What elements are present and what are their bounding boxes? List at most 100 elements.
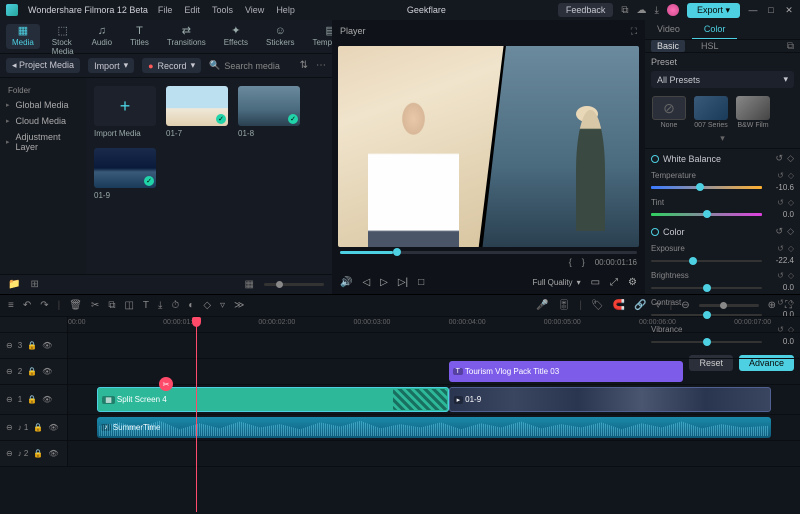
tab-titles[interactable]: TTitles <box>124 24 155 49</box>
grid-view-icon[interactable]: ▦ <box>245 279 254 290</box>
tl-crop-icon[interactable]: ◫ <box>124 300 133 311</box>
tl-color-icon[interactable]: ◐ <box>188 300 194 311</box>
track-visibility-icon[interactable]: 👁 <box>42 341 52 350</box>
tab-audio[interactable]: ♫Audio <box>86 24 118 49</box>
track-collapse-icon[interactable]: ⊖ <box>6 449 13 458</box>
tl-cut-icon[interactable]: ✂ <box>91 300 99 311</box>
menu-edit[interactable]: Edit <box>184 5 200 15</box>
tl-undo-icon[interactable]: ↶ <box>23 300 31 311</box>
next-frame-icon[interactable]: ▷| <box>398 277 408 288</box>
tl-keyframe-icon[interactable]: ◇ <box>203 300 211 311</box>
track-collapse-icon[interactable]: ⊖ <box>6 423 13 432</box>
mark-out-icon[interactable]: } <box>582 257 585 267</box>
track-lock-icon[interactable]: 🔒 <box>33 423 43 432</box>
volume-icon[interactable]: 🔊 <box>340 277 352 288</box>
maximize-button[interactable]: □ <box>766 5 776 15</box>
settings-icon[interactable]: ⚙ <box>628 277 637 288</box>
compare-icon[interactable]: ⧉ <box>787 41 794 52</box>
section-toggle-icon[interactable] <box>651 228 659 236</box>
record-dropdown[interactable]: ● Record ▾ <box>142 58 201 73</box>
tl-speed-icon[interactable]: ⏱ <box>171 300 179 311</box>
track-lock-icon[interactable]: 🔒 <box>27 367 37 376</box>
playhead[interactable] <box>196 317 197 512</box>
track-visibility-icon[interactable]: 👁 <box>48 423 58 432</box>
tl-mic-icon[interactable]: 🎤 <box>536 300 548 311</box>
tl-zoomout-icon[interactable]: ⊖ <box>681 300 689 311</box>
media-thumb[interactable]: ✓01-9 <box>94 148 156 200</box>
reset-param-icon[interactable]: ↺ <box>777 271 784 280</box>
tl-download-icon[interactable]: ⤓ <box>158 300 162 311</box>
expand-icon[interactable]: ⤢ <box>610 277 618 288</box>
param-slider[interactable] <box>651 287 762 289</box>
clip-title[interactable]: TTourism Vlog Pack Title 03 <box>449 361 683 382</box>
keyframe-param-icon[interactable]: ◇ <box>788 244 794 253</box>
proptab-video[interactable]: Video <box>645 20 692 39</box>
preset-item[interactable]: None <box>651 96 687 129</box>
keyframe-param-icon[interactable]: ◇ <box>788 171 794 180</box>
track-visibility-icon[interactable]: 👁 <box>48 449 58 458</box>
stop-button[interactable]: □ <box>418 277 424 288</box>
minimize-button[interactable]: — <box>748 5 758 15</box>
menu-view[interactable]: View <box>245 5 264 15</box>
tl-mixer-icon[interactable]: 🎚 <box>558 300 571 311</box>
timeline-ruler[interactable]: 00:0000:00:01:0000:00:02:0000:00:03:0000… <box>0 317 800 333</box>
reset-param-icon[interactable]: ↺ <box>777 171 784 180</box>
tl-layout-icon[interactable]: ≡ <box>8 300 14 311</box>
tl-more-icon[interactable]: ≫ <box>234 300 244 311</box>
mark-in-icon[interactable]: { <box>569 257 572 267</box>
timeline-zoom-slider[interactable] <box>699 304 759 307</box>
tl-delete-icon[interactable]: 🗑 <box>69 300 82 311</box>
track-visibility-icon[interactable]: 👁 <box>42 367 52 376</box>
tab-stock-media[interactable]: ⬚Stock Media <box>46 24 80 49</box>
section-header[interactable]: Color↺◇ <box>645 222 800 241</box>
keyframe-icon[interactable]: ◇ <box>787 226 794 237</box>
keyframe-param-icon[interactable]: ◇ <box>788 271 794 280</box>
reset-param-icon[interactable]: ↺ <box>777 198 784 207</box>
reset-section-icon[interactable]: ↺ <box>776 153 784 164</box>
thumbnail-size-slider[interactable] <box>264 283 324 286</box>
proptab-color[interactable]: Color <box>692 20 738 39</box>
tab-stickers[interactable]: ☺Stickers <box>260 24 300 49</box>
tl-copy-icon[interactable]: ⧉ <box>108 300 115 311</box>
preset-item[interactable]: 007 Series <box>693 96 729 129</box>
param-slider[interactable] <box>651 314 762 316</box>
track-collapse-icon[interactable]: ⊖ <box>6 395 13 404</box>
add-icon[interactable]: ⊞ <box>30 279 38 290</box>
tl-fit-icon[interactable]: ⛶ <box>785 300 792 311</box>
options-icon[interactable]: ⋯ <box>316 60 326 71</box>
media-thumb[interactable]: ✓01-8 <box>238 86 300 138</box>
menu-help[interactable]: Help <box>276 5 295 15</box>
tl-magnet-icon[interactable]: 🧲 <box>613 300 625 311</box>
prev-frame-icon[interactable]: ◁ <box>362 277 370 288</box>
tab-media[interactable]: ▦Media <box>6 24 40 49</box>
param-slider[interactable] <box>651 213 762 216</box>
menu-file[interactable]: File <box>158 5 173 15</box>
folder-icon[interactable]: 📁 <box>8 279 20 290</box>
preset-item[interactable]: B&W Film <box>735 96 771 129</box>
track-body[interactable]: TTourism Vlog Pack Title 03 <box>68 359 800 384</box>
tl-marker-icon[interactable]: ▿ <box>220 300 225 311</box>
tl-link-icon[interactable]: 🔗 <box>634 300 646 311</box>
clip-audio[interactable]: ♪SummerTime <box>97 417 770 438</box>
tl-zoomin-icon[interactable]: ⊕ <box>768 300 776 311</box>
subtab-hsl[interactable]: HSL <box>695 40 725 52</box>
import-dropdown[interactable]: Import ▾ <box>88 58 134 73</box>
track-collapse-icon[interactable]: ⊖ <box>6 341 13 350</box>
track-visibility-icon[interactable]: 👁 <box>42 395 52 404</box>
share-icon[interactable]: ⧉ <box>621 5 628 16</box>
track-body[interactable]: ♪SummerTime <box>68 415 800 440</box>
sidebar-item-global-media[interactable]: Global Media <box>0 97 86 113</box>
close-button[interactable]: ✕ <box>784 5 794 15</box>
param-value[interactable]: -10.6 <box>768 183 794 192</box>
param-value[interactable]: -22.4 <box>768 256 794 265</box>
aspect-icon[interactable]: ▭ <box>591 277 600 288</box>
reset-section-icon[interactable]: ↺ <box>776 226 784 237</box>
track-lock-icon[interactable]: 🔒 <box>27 395 37 404</box>
preset-dropdown[interactable]: All Presets▾ <box>651 71 794 88</box>
tab-transitions[interactable]: ⇄Transitions <box>161 24 212 49</box>
tl-text-icon[interactable]: T <box>143 300 149 311</box>
keyframe-param-icon[interactable]: ◇ <box>788 198 794 207</box>
track-lock-icon[interactable]: 🔒 <box>27 341 37 350</box>
param-value[interactable]: 0.0 <box>768 283 794 292</box>
media-thumb[interactable]: ✓01-7 <box>166 86 228 138</box>
